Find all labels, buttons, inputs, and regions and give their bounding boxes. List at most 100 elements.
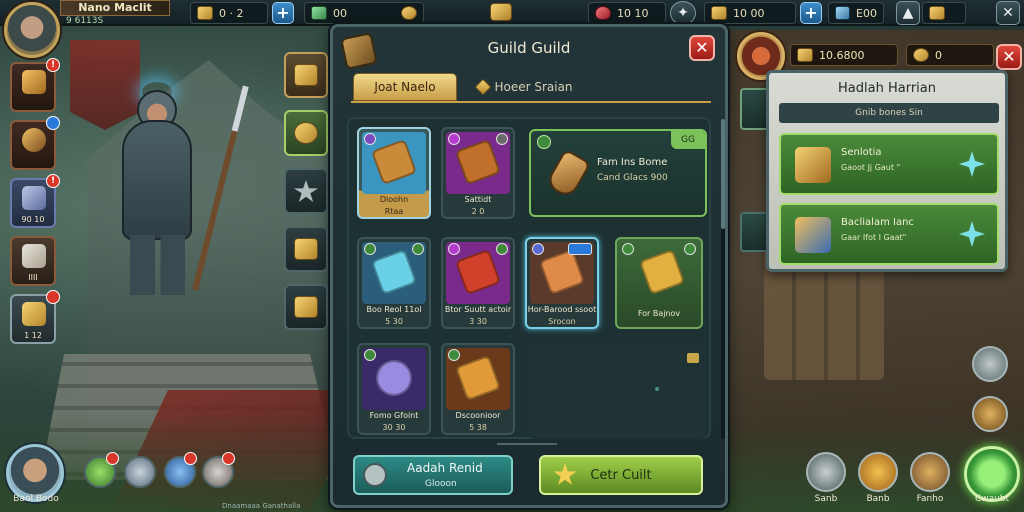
create-guild-button[interactable]: Cetr Cuilt (539, 455, 703, 495)
side-tab-gold[interactable] (284, 284, 328, 330)
gold-bars-icon (711, 6, 727, 20)
side-tab-coins[interactable] (284, 110, 328, 156)
item-card[interactable]: Btor Suutt actoir 3 30 (441, 237, 515, 329)
resource-hearts: 10 10 (588, 2, 666, 24)
side-tab-shield[interactable] (284, 52, 328, 98)
right-panel: Hadlah Harrian Gnib bones Sin Senlotia G… (766, 70, 1008, 272)
add-friend-sublabel: Glooon (425, 479, 457, 489)
bottom-status-text: Dnaamaaa Ganathalla (222, 502, 301, 510)
mask-icon (22, 70, 46, 94)
helmet-icon[interactable] (858, 452, 898, 492)
resource-gems: 00 (304, 2, 424, 24)
hero-legs (130, 235, 185, 295)
add-currency-button[interactable]: + (800, 2, 822, 24)
player-subtitle: 9 6113S (66, 16, 104, 26)
left-nav-scroll[interactable]: IIII (10, 236, 56, 286)
map-icon[interactable] (972, 396, 1008, 432)
item-card[interactable]: Dloohn Rtaa (357, 127, 431, 219)
left-nav-gems[interactable]: 90 10 ! (10, 174, 60, 228)
guild-panel: Guild Guild ✕ Joat Naelo Hoeer Sraian Dl… (330, 24, 728, 508)
tab-hoeer-sraian[interactable]: Hoeer Sraian (465, 73, 585, 101)
resource-hearts-value: 10 10 (617, 6, 649, 20)
sparkle-icon[interactable] (959, 221, 985, 247)
compass-icon[interactable]: ✦ (670, 1, 696, 25)
side-tab-star[interactable] (284, 168, 328, 214)
wand-icon (638, 248, 686, 296)
item-card[interactable]: Boo Reol 11ol 5 30 (357, 237, 431, 329)
side-tab-shield-2[interactable] (284, 226, 328, 272)
crystal-icon (370, 354, 418, 402)
panel-title: Guild Guild (487, 39, 571, 57)
helmet-icon (22, 128, 46, 152)
scrollbar-thumb[interactable] (721, 119, 725, 229)
featured-item[interactable]: Fam Ins Bome Cand Glacs 900 GG (529, 129, 707, 217)
right-side-tab-star[interactable] (740, 212, 768, 252)
upgrade-icon (496, 243, 508, 255)
close-right-button[interactable]: ✕ (996, 44, 1022, 70)
tab-label: Hoeer Sraian (494, 80, 573, 94)
item-card[interactable]: Dscoonioor 5 38 (441, 343, 515, 435)
resource-gold: 0 · 2 (190, 2, 268, 24)
quest-item[interactable]: Senlotia Gaoot Jj Gaut " (779, 133, 999, 195)
star-icon (553, 463, 577, 485)
quest-item[interactable]: Baclialam Ianc Gaar Ifot I Gaat" (779, 203, 999, 265)
rarity-icon (537, 135, 551, 149)
tab-joat-naelo[interactable]: Joat Naelo (353, 73, 457, 101)
item-value: 2 0 (471, 207, 485, 216)
rarity-icon (532, 243, 544, 255)
empty-slot-area (529, 345, 707, 439)
rarity-icon (448, 243, 460, 255)
add-gold-button[interactable]: + (272, 2, 294, 24)
crystal-icon (835, 6, 851, 20)
right-side-tab-leaf[interactable] (740, 88, 768, 130)
item-card[interactable]: Sattidt 2 0 (441, 127, 515, 219)
add-friend-button[interactable]: Aadah Renid Glooon (353, 455, 513, 495)
featured-item-sub: Cand Glacs 900 (597, 173, 668, 183)
left-nav-label: 1 12 (24, 331, 42, 340)
sparkle-icon[interactable] (959, 151, 985, 177)
up-arrow-button[interactable]: ▲ (896, 1, 920, 25)
scrollbar[interactable] (721, 119, 725, 439)
left-nav-quest[interactable]: ! (10, 58, 60, 112)
hammer-icon (795, 147, 831, 183)
settings-icon[interactable] (972, 346, 1008, 382)
quest-name: Baclialam Ianc (841, 217, 914, 228)
spear-icon[interactable] (910, 452, 950, 492)
item-name: Btor Suutt actoir (444, 305, 512, 314)
item-name: Sattidt (464, 195, 492, 204)
item-value: 5 38 (469, 423, 487, 432)
chest-icon[interactable] (490, 3, 512, 21)
star-icon (294, 180, 318, 202)
shield-icon (294, 238, 318, 260)
close-top-button[interactable]: ✕ (996, 1, 1020, 25)
hero-character[interactable] (92, 80, 249, 300)
item-card[interactable]: Fomo Gfoint 30 30 (357, 343, 431, 435)
notification-badge (106, 452, 119, 465)
chest-icon (795, 217, 831, 253)
coin-icon (913, 48, 929, 62)
item-name: Dscoonioor (455, 411, 501, 420)
gold-icon (929, 6, 945, 20)
close-button[interactable]: ✕ (689, 35, 715, 61)
count-badge (568, 243, 592, 255)
resource-gold-2-value: 10 00 (733, 6, 765, 20)
settings-gear-icon[interactable] (806, 452, 846, 492)
add-friend-label: Aadah Renid (407, 461, 483, 475)
scroll-icon (22, 244, 46, 268)
battle-label: Cwaubt (974, 494, 1010, 504)
heart-icon (595, 6, 611, 20)
left-nav-hero[interactable] (10, 116, 60, 170)
divider (497, 443, 557, 447)
item-card[interactable]: For Bajnov (615, 237, 703, 329)
right-resource-2-value: 0 (935, 48, 942, 62)
left-nav-shop[interactable]: 1 12 (10, 290, 60, 344)
shield-icon[interactable] (124, 456, 156, 488)
gem-pouch-icon (311, 6, 327, 20)
player-avatar[interactable] (4, 2, 60, 58)
item-card-selected[interactable]: Hor-Barood ssoot Srocon (525, 237, 599, 329)
pouch-icon (370, 138, 418, 186)
info-badge (46, 116, 60, 130)
left-nav-label: 90 10 (21, 215, 45, 224)
tab-underline (351, 101, 711, 103)
notification-badge (46, 290, 60, 304)
